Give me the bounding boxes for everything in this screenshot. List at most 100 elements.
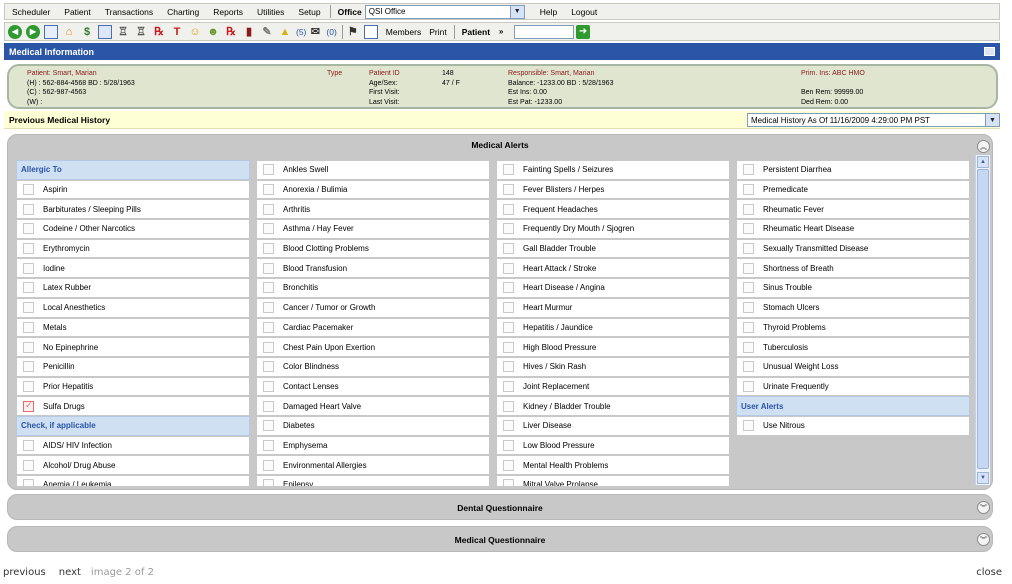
alert-count[interactable]: (5) <box>296 27 308 37</box>
checkbox[interactable] <box>503 361 514 373</box>
alert-row[interactable]: Aspirin <box>16 179 250 200</box>
checkbox[interactable] <box>743 282 754 294</box>
checkbox[interactable] <box>743 341 754 353</box>
next-link[interactable]: next <box>59 567 81 578</box>
dollar-icon[interactable]: $ <box>80 25 94 39</box>
document-icon[interactable]: ▮ <box>242 25 256 39</box>
expand-down-icon[interactable]: ︾ <box>977 501 990 514</box>
alert-row[interactable]: Blood Clotting Problems <box>256 238 490 259</box>
alert-row[interactable]: Codeine / Other Narcotics <box>16 219 250 239</box>
checkbox[interactable] <box>743 380 754 392</box>
checkbox[interactable] <box>23 479 34 486</box>
checkbox[interactable] <box>503 184 514 196</box>
checkbox[interactable] <box>503 321 514 333</box>
alert-row[interactable]: Tuberculosis <box>736 337 970 357</box>
checkbox[interactable] <box>743 243 754 255</box>
alert-row[interactable]: Premedicate <box>736 179 970 200</box>
alert-row[interactable]: Urinate Frequently <box>736 376 970 397</box>
checkbox[interactable] <box>743 420 754 432</box>
checkbox[interactable] <box>743 184 754 196</box>
scroll-down-icon[interactable]: ▼ <box>977 472 989 484</box>
alert-row[interactable]: Use Nitrous <box>736 415 970 436</box>
forward-icon[interactable]: ▶ <box>26 24 40 39</box>
alert-row[interactable]: Metals <box>16 317 250 338</box>
checkbox[interactable] <box>23 459 34 471</box>
checkbox[interactable] <box>23 341 34 353</box>
checkbox[interactable] <box>263 203 274 215</box>
alert-row[interactable]: Cancer / Tumor or Growth <box>256 297 490 318</box>
alert-row[interactable]: Epilepsy <box>256 475 490 486</box>
alert-row[interactable]: No Epinephrine <box>16 337 250 357</box>
menu-charting[interactable]: Charting <box>160 7 206 17</box>
checkbox[interactable] <box>743 223 754 235</box>
checkbox[interactable] <box>503 262 514 274</box>
checkbox[interactable] <box>23 321 34 333</box>
family-icon[interactable]: ☻ <box>206 25 220 39</box>
alert-row[interactable]: Fever Blisters / Herpes <box>496 179 730 200</box>
checkbox[interactable] <box>263 243 274 255</box>
alert-row[interactable]: Asthma / Hay Fever <box>256 219 490 239</box>
chart-icon[interactable] <box>98 24 112 39</box>
alert-row[interactable]: Unusual Weight Loss <box>736 356 970 377</box>
checkbox[interactable] <box>503 439 514 451</box>
alert-row[interactable]: Damaged Heart Valve <box>256 396 490 416</box>
checkbox[interactable] <box>743 361 754 373</box>
alert-row[interactable]: Mental Health Problems <box>496 455 730 475</box>
checkbox[interactable] <box>263 164 274 176</box>
note-icon[interactable]: ✎ <box>260 25 274 39</box>
checkbox[interactable] <box>503 302 514 314</box>
alert-row[interactable]: Gall Bladder Trouble <box>496 238 730 259</box>
checkbox[interactable] <box>503 282 514 294</box>
patient-search-input[interactable] <box>514 24 575 39</box>
checkbox[interactable] <box>23 282 34 294</box>
prescription-icon[interactable]: ℞ <box>152 25 166 39</box>
alert-row[interactable]: Kidney / Bladder Trouble <box>496 396 730 416</box>
alert-row[interactable]: Arthritis <box>256 199 490 220</box>
checkbox[interactable] <box>23 223 34 235</box>
alert-row[interactable]: Ankles Swell <box>256 160 490 180</box>
tooth-icon[interactable]: ♖ <box>116 25 130 39</box>
checkbox-checked[interactable] <box>23 400 34 412</box>
checkbox[interactable] <box>263 184 274 196</box>
expand-down-icon[interactable]: ︾ <box>977 533 990 546</box>
members-button[interactable]: Members <box>382 27 425 37</box>
checkbox[interactable] <box>503 164 514 176</box>
alert-row[interactable]: Fainting Spells / Seizures <box>496 160 730 180</box>
alert-row[interactable]: Blood Transfusion <box>256 258 490 279</box>
checkbox[interactable] <box>743 321 754 333</box>
alert-row[interactable]: Frequently Dry Mouth / Sjogren <box>496 219 730 239</box>
alert-row[interactable]: Environmental Allergies <box>256 455 490 475</box>
checkbox[interactable] <box>503 420 514 432</box>
alert-row[interactable]: Heart Disease / Angina <box>496 278 730 298</box>
checkbox[interactable] <box>23 302 34 314</box>
checkbox[interactable] <box>263 282 274 294</box>
alert-row[interactable]: Barbiturates / Sleeping Pills <box>16 199 250 220</box>
checkbox[interactable] <box>263 341 274 353</box>
checkbox[interactable] <box>263 262 274 274</box>
chevron-down-icon[interactable]: ▼ <box>509 5 524 18</box>
checkbox[interactable] <box>263 459 274 471</box>
alert-row[interactable]: Color Blindness <box>256 356 490 377</box>
checkbox[interactable] <box>503 400 514 412</box>
checkbox[interactable] <box>23 243 34 255</box>
checkbox[interactable] <box>263 479 274 486</box>
alert-row[interactable]: Liver Disease <box>496 415 730 436</box>
alert-row[interactable]: Anemia / Leukemia <box>16 475 250 486</box>
checkbox[interactable] <box>23 262 34 274</box>
history-date-select[interactable]: Medical History As Of 11/16/2009 4:29:00… <box>747 113 1000 127</box>
alert-row[interactable]: Shortness of Breath <box>736 258 970 279</box>
dental-questionnaire-panel[interactable]: Dental Questionnaire ︾ <box>7 494 993 520</box>
alert-row[interactable]: Sinus Trouble <box>736 278 970 298</box>
checkbox[interactable] <box>263 439 274 451</box>
alert-row[interactable]: Joint Replacement <box>496 376 730 397</box>
go-arrow-icon[interactable]: ➜ <box>576 24 591 39</box>
scroll-up-icon[interactable]: ▲ <box>977 156 989 168</box>
checkbox[interactable] <box>263 321 274 333</box>
alert-row[interactable]: Hives / Skin Rash <box>496 356 730 377</box>
medical-questionnaire-panel[interactable]: Medical Questionnaire ︾ <box>7 526 993 552</box>
office-select[interactable]: QSI Office ▼ <box>364 4 525 19</box>
alert-row[interactable]: Local Anesthetics <box>16 297 250 318</box>
menu-help[interactable]: Help <box>533 7 564 17</box>
alert-icon[interactable]: ▲ <box>278 25 292 39</box>
alert-row[interactable]: Contact Lenses <box>256 376 490 397</box>
